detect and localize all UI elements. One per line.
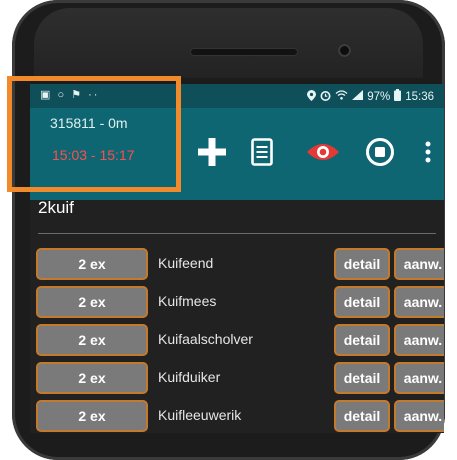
earpiece-speaker — [190, 48, 298, 56]
detail-button[interactable]: detail — [334, 400, 390, 432]
plus-icon — [198, 138, 226, 166]
add-button[interactable] — [191, 132, 233, 172]
eye-icon — [307, 144, 339, 160]
stop-button[interactable] — [360, 132, 400, 172]
detail-button[interactable]: detail — [334, 248, 390, 280]
wifi-icon — [335, 90, 348, 103]
alarm-icon — [320, 90, 331, 104]
battery-icon — [394, 89, 402, 104]
list-item: 2 ex Kuifduiker detail aanw. — [36, 361, 444, 395]
quantity-button[interactable]: 2 ex — [36, 286, 148, 318]
section-title: 2kuif — [38, 198, 74, 217]
stop-circle-icon — [366, 138, 394, 166]
list-item: 2 ex Kuifaalscholver detail aanw. — [36, 323, 444, 357]
front-camera — [338, 44, 351, 57]
phone-top-bezel — [34, 8, 423, 78]
section-divider — [38, 233, 436, 234]
signal-icon — [352, 90, 364, 103]
quantity-button[interactable]: 2 ex — [36, 324, 148, 356]
species-name: Kuifeend — [158, 255, 214, 271]
overflow-menu-button[interactable] — [418, 132, 438, 172]
quantity-button[interactable]: 2 ex — [36, 400, 148, 432]
species-name: Kuifmees — [158, 293, 217, 309]
more-vertical-icon — [425, 141, 431, 163]
quantity-button[interactable]: 2 ex — [36, 248, 148, 280]
battery-percent: 97% — [367, 90, 391, 103]
list-item: 2 ex Kuifeend detail aanw. — [36, 247, 444, 281]
document-icon — [251, 138, 273, 166]
detail-button[interactable]: detail — [334, 362, 390, 394]
species-name: Kuifaalscholver — [158, 331, 253, 347]
aanw-button[interactable]: aanw. — [394, 286, 444, 318]
highlight-box — [7, 76, 181, 192]
aanw-button[interactable]: aanw. — [394, 362, 444, 394]
list-item: 2 ex Kuifleeuwerik detail aanw. — [36, 399, 444, 433]
quantity-button[interactable]: 2 ex — [36, 362, 148, 394]
notes-button[interactable] — [244, 132, 280, 172]
detail-button[interactable]: detail — [334, 286, 390, 318]
aanw-button[interactable]: aanw. — [394, 248, 444, 280]
list-item: 2 ex Kuifmees detail aanw. — [36, 285, 444, 319]
view-button[interactable] — [302, 132, 344, 172]
location-icon — [307, 89, 317, 104]
species-name: Kuifduiker — [158, 369, 221, 385]
status-time: 15:36 — [405, 90, 434, 103]
system-icons: 97% 15:36 — [307, 89, 434, 104]
detail-button[interactable]: detail — [334, 324, 390, 356]
species-name: Kuifleeuwerik — [158, 407, 242, 423]
aanw-button[interactable]: aanw. — [394, 400, 444, 432]
aanw-button[interactable]: aanw. — [394, 324, 444, 356]
